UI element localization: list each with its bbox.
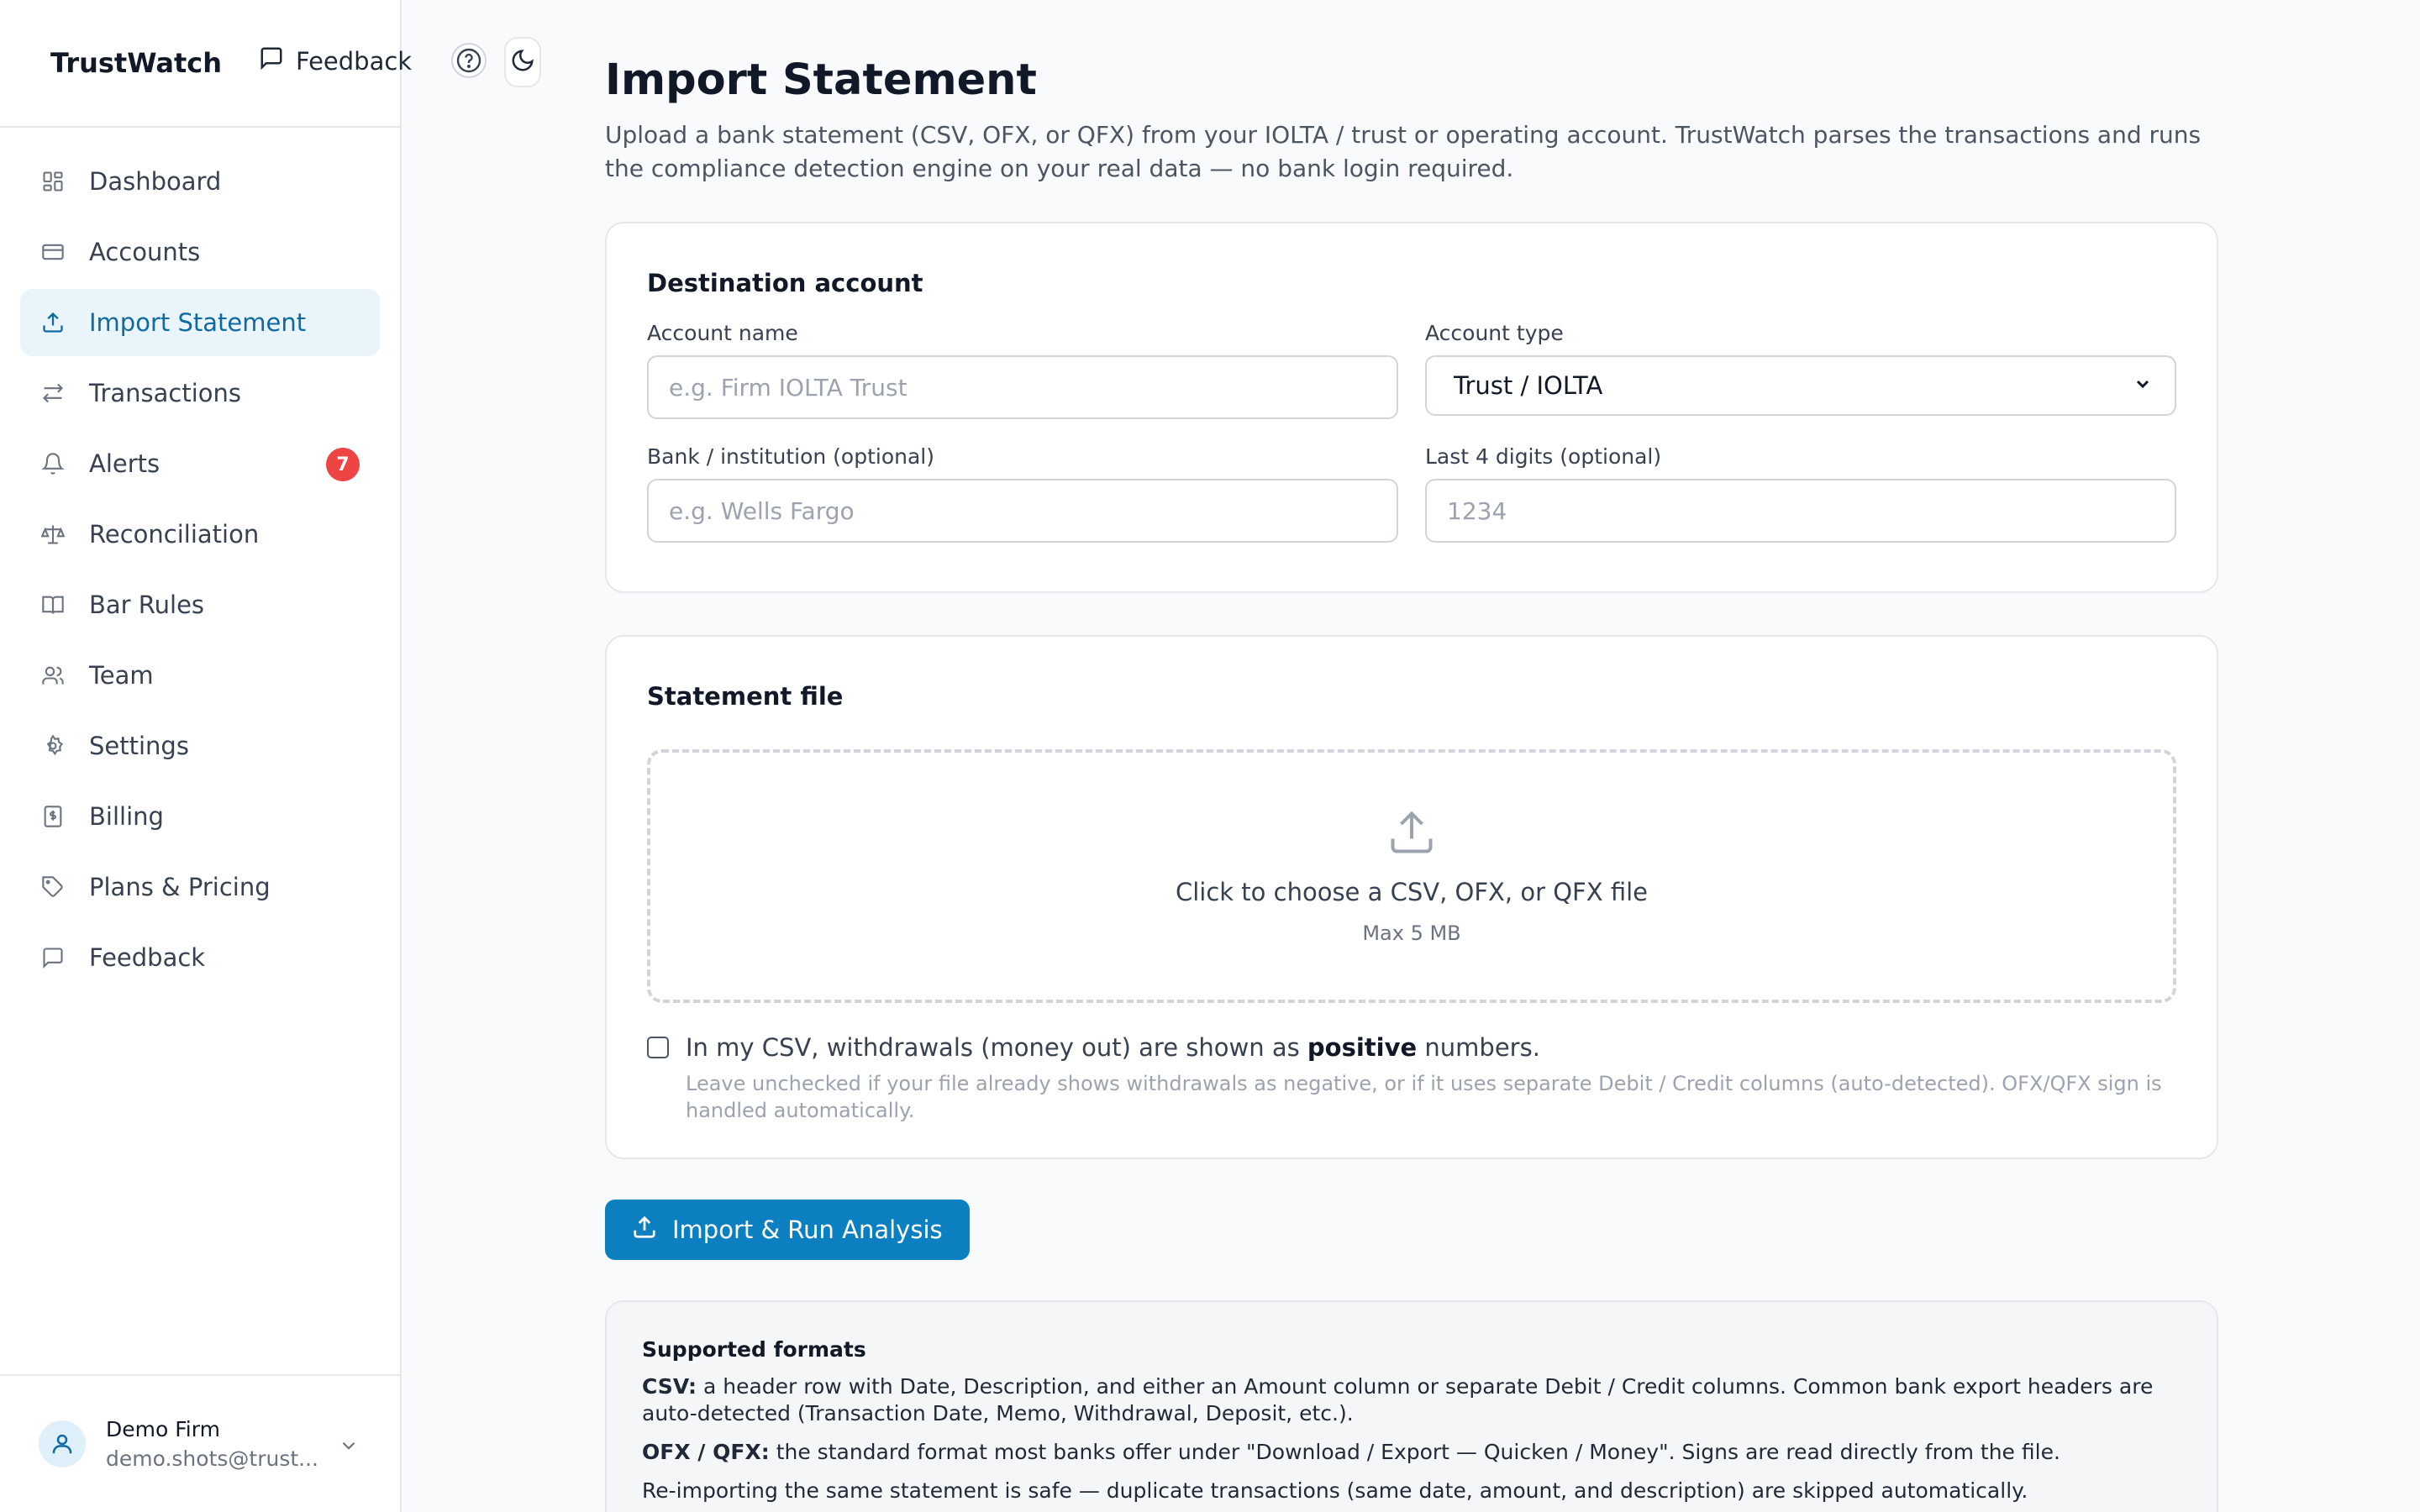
sidebar-item-transactions[interactable]: Transactions [20,360,380,427]
ofx-label: OFX / QFX: [642,1440,770,1464]
sidebar-item-billing[interactable]: Billing [20,783,380,850]
card-title: Statement file [647,682,844,711]
bank-input[interactable]: e.g. Wells Fargo [647,479,1398,543]
sidebar-item-label: Reconciliation [89,520,260,549]
book-icon [40,592,66,617]
import-button-label: Import & Run Analysis [672,1215,943,1244]
alerts-count-badge: 7 [326,448,360,481]
help-button[interactable] [447,37,491,87]
message-icon [259,45,284,76]
upload-icon [632,1215,657,1246]
account-name-placeholder: e.g. Firm IOLTA Trust [669,373,908,402]
account-name-label: Account name [647,321,798,345]
csv-label: CSV: [642,1374,697,1399]
main-content: Import Statement Upload a bank statement… [605,0,2218,1512]
chevron-down-icon[interactable] [338,1435,360,1460]
sidebar-item-reconciliation[interactable]: Reconciliation [20,501,380,568]
sidebar-item-label: Accounts [89,238,201,266]
upload-icon [1386,807,1437,861]
dropzone-text: Click to choose a CSV, OFX, or QFX file [1175,878,1648,906]
destination-account-card: Destination account Account name e.g. Fi… [605,222,2218,593]
sidebar-item-label: Dashboard [89,167,222,196]
help-circle-icon [449,40,489,84]
reimport-note: Re-importing the same statement is safe … [642,1478,2028,1503]
topbar-feedback-button[interactable]: Feedback [259,45,412,76]
supported-formats-title: Supported formats [642,1337,866,1362]
page-title: Import Statement [605,55,1037,105]
sidebar-item-alerts[interactable]: Alerts 7 [20,430,380,497]
checkbox-help-text: Leave unchecked if your file already sho… [686,1072,2162,1122]
csv-format-note: CSV: a header row with Date, Description… [642,1373,2183,1427]
checkbox-label-bold: positive [1307,1033,1418,1062]
page-description: Upload a bank statement (CSV, OFX, or QF… [605,121,2202,182]
users-icon [40,663,66,688]
sidebar-item-feedback[interactable]: Feedback [20,924,380,991]
import-run-analysis-button[interactable]: Import & Run Analysis [605,1200,970,1260]
sidebar-item-label: Plans & Pricing [89,873,271,901]
account-type-value: Trust / IOLTA [1454,371,1603,400]
dropzone-size-limit: Max 5 MB [1362,921,1461,945]
account-type-select[interactable]: Trust / IOLTA [1425,355,2176,416]
tag-icon [40,874,66,900]
sidebar-item-label: Bar Rules [89,591,205,619]
ofx-format-note: OFX / QFX: the standard format most bank… [642,1439,2183,1466]
upload-icon [40,310,66,335]
sidebar-item-dashboard[interactable]: Dashboard [20,148,380,215]
theme-toggle-button[interactable] [504,37,541,87]
sidebar-item-bar-rules[interactable]: Bar Rules [20,571,380,638]
user-email: demo.shots@trust... [106,1446,318,1471]
sidebar-item-label: Feedback [89,943,206,972]
sidebar-item-label: Team [89,661,154,690]
sidebar-item-label: Import Statement [89,308,307,337]
account-name-input[interactable]: e.g. Firm IOLTA Trust [647,355,1398,419]
checkbox-label-prefix: In my CSV, withdrawals (money out) are s… [686,1033,1307,1062]
last4-input[interactable]: 1234 [1425,479,2176,543]
user-name: Demo Firm [106,1417,220,1441]
grid-icon [40,169,66,194]
sidebar-item-label: Transactions [89,379,242,407]
bell-icon [40,451,66,476]
file-dropzone[interactable]: Click to choose a CSV, OFX, or QFX file … [647,749,2176,1003]
topbar-feedback-label: Feedback [296,46,413,76]
account-type-label: Account type [1425,321,1564,345]
supported-formats-card: Supported formats CSV: a header row with… [605,1300,2218,1512]
csv-text: a header row with Date, Description, and… [642,1374,2154,1425]
checkbox-label-suffix: numbers. [1417,1033,1540,1062]
bank-placeholder: e.g. Wells Fargo [669,496,855,525]
sidebar-item-team[interactable]: Team [20,642,380,709]
message-icon [40,945,66,970]
checkbox-label[interactable]: In my CSV, withdrawals (money out) are s… [686,1033,1540,1062]
receipt-icon [40,804,66,829]
arrows-swap-icon [40,381,66,406]
statement-file-card: Statement file Click to choose a CSV, OF… [605,635,2218,1159]
avatar [39,1420,86,1467]
sidebar-item-label: Billing [89,802,164,831]
sidebar-item-import-statement[interactable]: Import Statement [20,289,380,356]
sidebar-item-label: Settings [89,732,189,760]
sidebar-nav: Dashboard Accounts Import Statement Tran… [0,128,400,991]
card-title: Destination account [647,269,923,297]
sidebar-item-plans-pricing[interactable]: Plans & Pricing [20,853,380,921]
sidebar-item-label: Alerts [89,449,160,478]
sidebar-item-settings[interactable]: Settings [20,712,380,780]
last4-label: Last 4 digits (optional) [1425,444,1662,469]
sidebar: TrustWatch Dashboard Accounts Import Sta… [0,0,402,1512]
scale-icon [40,522,66,547]
last4-placeholder: 1234 [1447,496,1507,525]
bank-label: Bank / institution (optional) [647,444,934,469]
ofx-text: the standard format most banks offer und… [769,1440,2060,1464]
sidebar-item-accounts[interactable]: Accounts [20,218,380,286]
brand-logo[interactable]: TrustWatch [50,47,222,79]
chevron-down-icon [2133,371,2153,400]
moon-icon [510,48,535,76]
credit-card-icon [40,239,66,265]
gear-icon [40,733,66,759]
withdrawals-positive-checkbox[interactable] [647,1037,669,1058]
user-menu[interactable]: Demo Firm demo.shots@trust... [0,1374,400,1512]
